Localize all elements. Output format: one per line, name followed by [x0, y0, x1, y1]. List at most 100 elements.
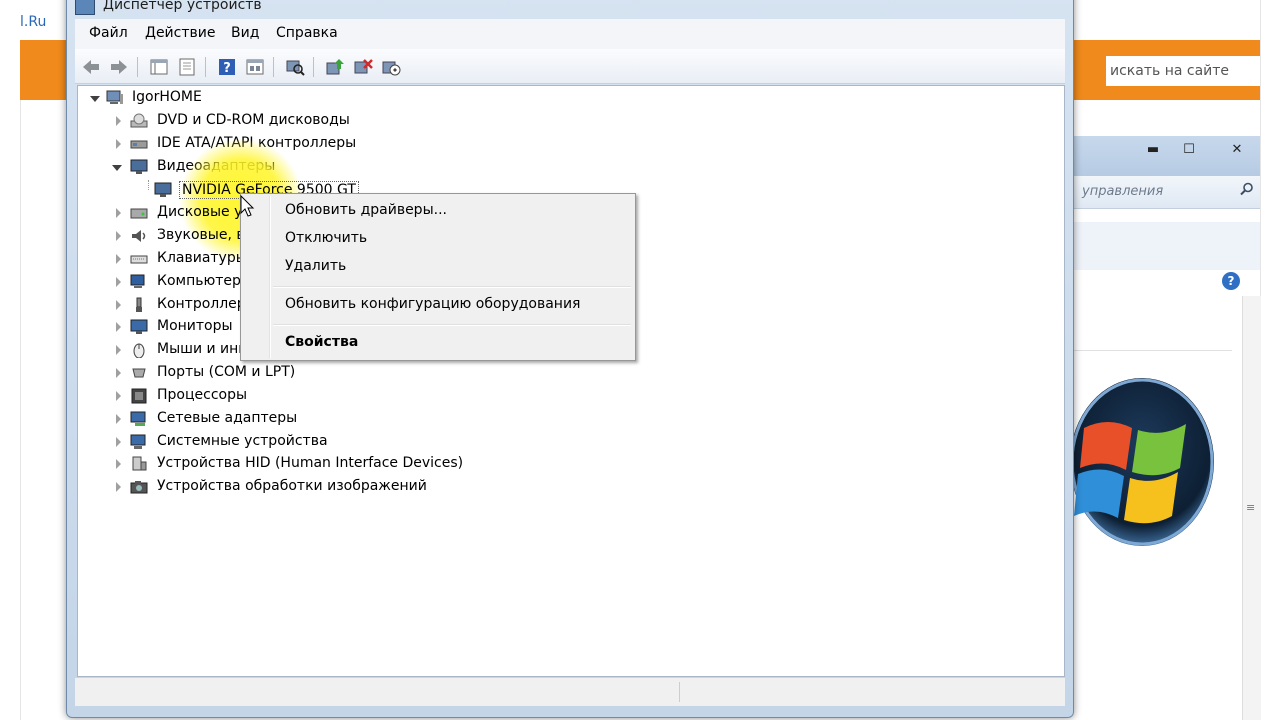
- menu-item-disable[interactable]: Отключить: [285, 230, 367, 246]
- sound-icon: [132, 230, 146, 242]
- menu-item-update-drivers[interactable]: Обновить драйверы...: [285, 202, 447, 218]
- help-icon[interactable]: ?: [217, 57, 237, 77]
- tree-item[interactable]: Устройства обработки изображений: [112, 477, 512, 499]
- context-menu-gutter: [269, 196, 271, 358]
- tree-item-label: Сетевые адаптеры: [157, 410, 298, 426]
- port-icon: [132, 368, 146, 378]
- expand-arrow-icon[interactable]: [116, 254, 121, 264]
- forward-arrow-icon[interactable]: [109, 57, 129, 77]
- tree-item[interactable]: Мониторы: [112, 317, 242, 339]
- keyboard-icon: [130, 255, 148, 264]
- tree-item-label: Клавиатуры: [157, 250, 242, 266]
- windows-logo-icon: [1072, 378, 1214, 546]
- toolbar-separator: [313, 57, 314, 77]
- tree-item[interactable]: Звуковые, видео и игровые устройства: [112, 226, 242, 248]
- expand-arrow-icon[interactable]: [116, 208, 121, 218]
- network-adapter-icon: [130, 411, 146, 426]
- tree-item-label: Звуковые, видео и игровые устройства: [157, 227, 242, 243]
- expand-arrow-icon[interactable]: [116, 322, 121, 332]
- expand-arrow-icon[interactable]: [116, 368, 121, 378]
- collapse-arrow-icon[interactable]: [112, 165, 122, 171]
- monitor-icon: [130, 319, 148, 334]
- expand-arrow-icon[interactable]: [116, 300, 121, 310]
- control-panel-search-bar[interactable]: управления: [1072, 176, 1260, 209]
- computer-icon: [130, 274, 145, 288]
- tree-item[interactable]: DVD и CD-ROM дисководы: [112, 111, 512, 133]
- tree-item-label: Мыши и иные указывающие устройства: [157, 341, 242, 357]
- expand-arrow-icon[interactable]: [116, 437, 121, 447]
- toolbar-separator: [205, 57, 206, 77]
- uninstall-device-icon[interactable]: [353, 57, 373, 77]
- disable-device-icon[interactable]: [381, 57, 401, 77]
- expand-arrow-icon[interactable]: [116, 231, 121, 241]
- toolbar-separator: [273, 57, 274, 77]
- display-adapter-icon: [130, 159, 148, 174]
- expand-arrow-icon[interactable]: [116, 482, 121, 492]
- expand-arrow-icon[interactable]: [116, 116, 121, 126]
- menu-file[interactable]: Файл: [89, 25, 128, 41]
- tree-item-label: Компьютер: [157, 273, 241, 289]
- scroll-grip-icon: ≡: [1246, 501, 1256, 514]
- tree-item[interactable]: Порты (COM и LPT): [112, 363, 512, 385]
- menu-item-uninstall[interactable]: Удалить: [285, 258, 346, 274]
- site-brand[interactable]: l.Ru: [20, 14, 46, 30]
- toolbar: ?: [75, 49, 1065, 84]
- tree-item-label: Устройства обработки изображений: [157, 478, 427, 494]
- expand-arrow-icon[interactable]: [116, 414, 121, 424]
- tree-item-label: Контроллеры USB: [157, 296, 242, 312]
- tree-item[interactable]: Контроллеры USB: [112, 295, 242, 317]
- show-hide-tree-icon[interactable]: [149, 57, 169, 77]
- tree-root-computer[interactable]: IgorHOME: [88, 88, 288, 110]
- toolbar-separator: [137, 57, 138, 77]
- control-panel-band: [1072, 222, 1260, 270]
- tree-item[interactable]: Процессоры: [112, 386, 512, 408]
- tree-item[interactable]: Системные устройства: [112, 432, 512, 454]
- help-icon[interactable]: ?: [1222, 272, 1240, 290]
- processor-icon: [131, 388, 147, 404]
- status-bar: [75, 677, 1065, 706]
- tree-item[interactable]: Клавиатуры: [112, 249, 242, 271]
- disk-drive-icon: [130, 208, 148, 219]
- expand-arrow-icon[interactable]: [116, 345, 121, 355]
- tree-item[interactable]: Устройства HID (Human Interface Devices): [112, 454, 512, 476]
- imaging-device-icon: [130, 481, 148, 494]
- properties-icon[interactable]: [177, 57, 197, 77]
- scan-hardware-icon[interactable]: [285, 57, 305, 77]
- tree-item[interactable]: IDE ATA/ATAPI контроллеры: [112, 134, 512, 156]
- tree-item[interactable]: Мыши и иные указывающие устройства: [112, 340, 242, 362]
- expand-arrow-icon[interactable]: [116, 277, 121, 287]
- expand-arrow-icon[interactable]: [116, 459, 121, 469]
- menu-view[interactable]: Вид: [231, 25, 259, 41]
- collapse-arrow-icon[interactable]: [90, 96, 100, 102]
- tree-root-label: IgorHOME: [132, 89, 202, 105]
- expand-arrow-icon[interactable]: [116, 391, 121, 401]
- tree-item[interactable]: Дисковые устройства: [112, 203, 242, 225]
- minimize-button[interactable]: ▬: [1136, 140, 1170, 160]
- site-search-input[interactable]: искать на сайте: [1106, 56, 1260, 86]
- update-driver-icon[interactable]: [325, 57, 345, 77]
- tree-item[interactable]: Компьютер: [112, 272, 242, 294]
- view-icon[interactable]: [245, 57, 265, 77]
- search-icon[interactable]: [1240, 182, 1254, 200]
- mouse-icon: [133, 343, 145, 358]
- tree-item-expanded[interactable]: Видеоадаптеры: [112, 157, 512, 179]
- menu-item-properties[interactable]: Свойства: [285, 334, 358, 350]
- tree-item[interactable]: Сетевые адаптеры: [112, 409, 512, 431]
- system-device-icon: [130, 434, 146, 449]
- back-arrow-icon[interactable]: [81, 57, 101, 77]
- close-button[interactable]: ✕: [1220, 140, 1254, 160]
- mouse-cursor-icon: [240, 195, 255, 217]
- hid-icon: [132, 456, 147, 471]
- tree-item-label: Мониторы: [157, 318, 233, 334]
- menu-item-scan-hardware[interactable]: Обновить конфигурацию оборудования: [285, 296, 580, 312]
- tree-item-label: DVD и CD-ROM дисководы: [157, 112, 350, 128]
- svg-text:?: ?: [223, 61, 231, 76]
- control-panel-titlebar: ▬ ☐ ✕: [1072, 136, 1260, 177]
- menu-separator: [273, 324, 631, 326]
- menu-action[interactable]: Действие: [145, 25, 215, 41]
- tree-item-label: Дисковые устройства: [157, 204, 242, 220]
- menu-help[interactable]: Справка: [276, 25, 338, 41]
- expand-arrow-icon[interactable]: [116, 139, 121, 149]
- maximize-button[interactable]: ☐: [1172, 140, 1206, 160]
- window-title: Диспетчер устройств: [103, 0, 262, 13]
